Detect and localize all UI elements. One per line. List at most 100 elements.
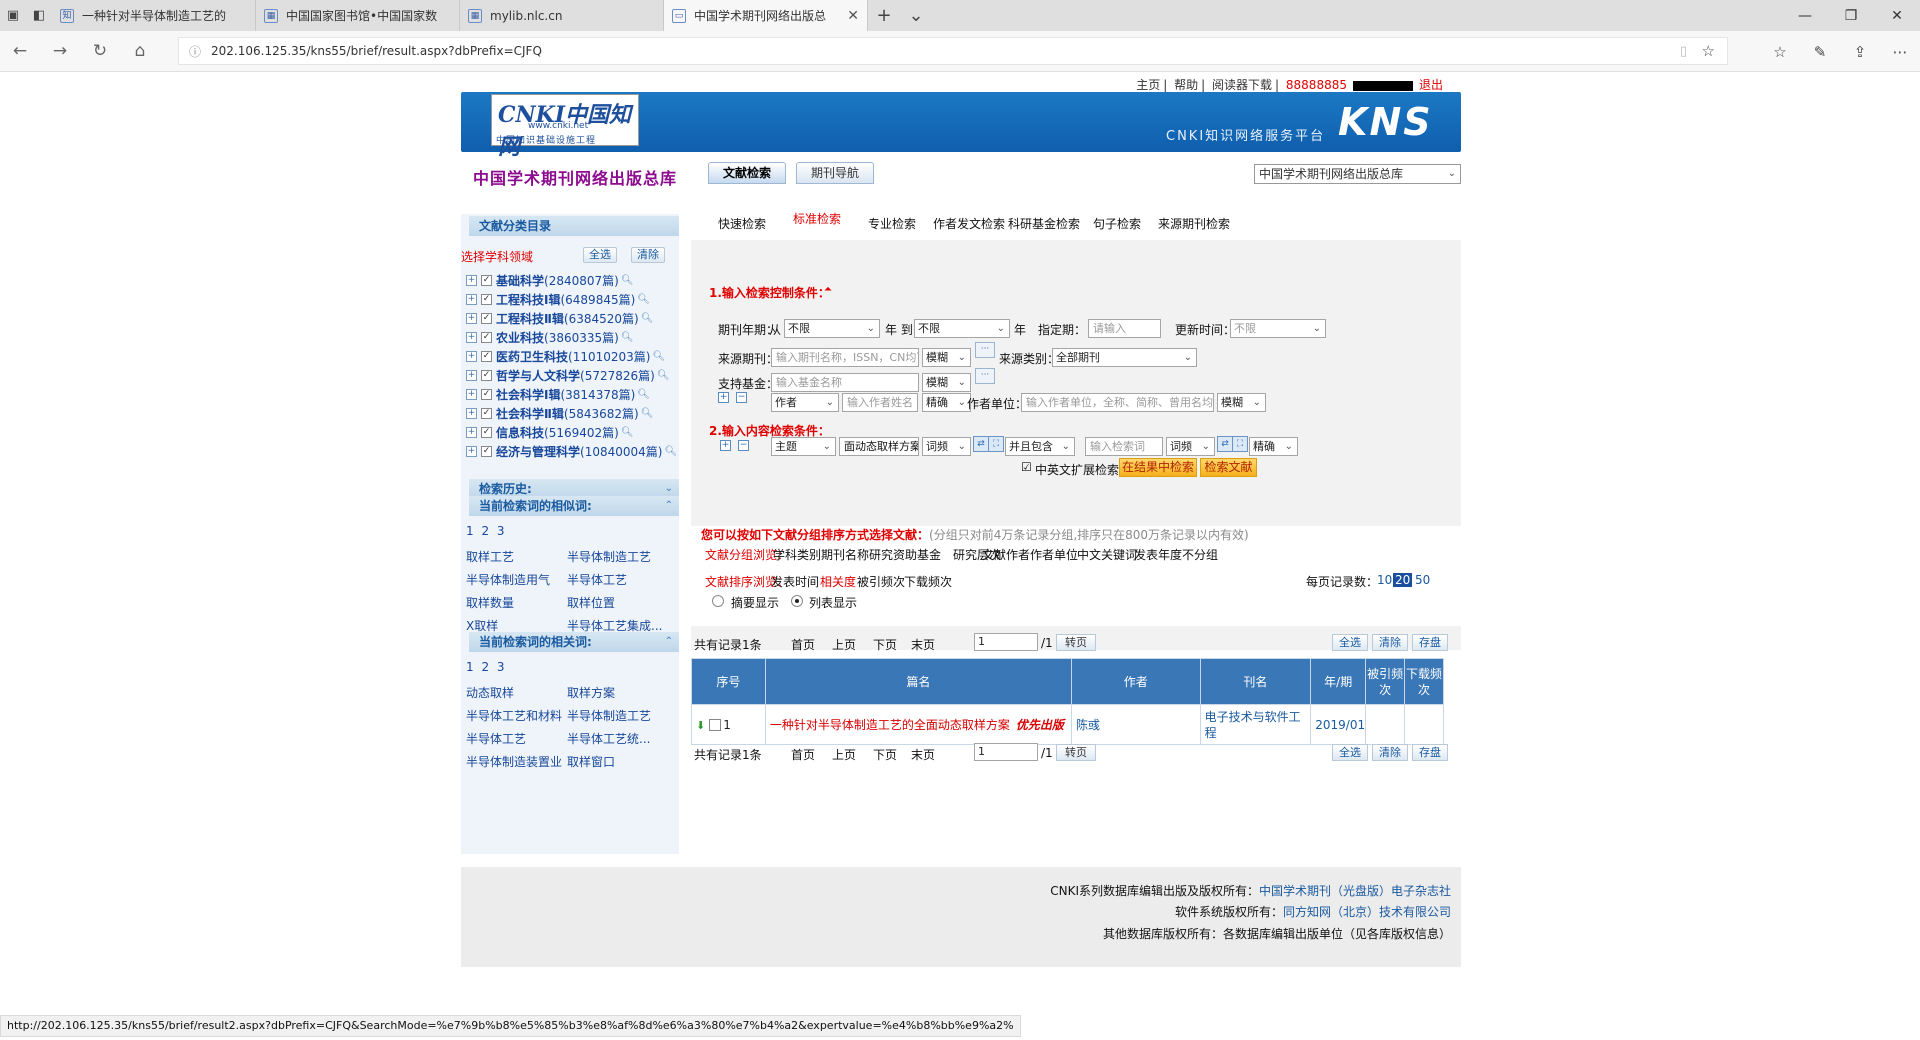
back-icon[interactable]: ←	[0, 31, 40, 72]
expand-icon[interactable]: +	[466, 427, 477, 438]
subject-checkbox[interactable]: ✓	[481, 389, 492, 400]
chevron-down-icon[interactable]: ⌄	[900, 0, 932, 31]
word-link[interactable]: 取样工艺	[466, 548, 514, 565]
close-window-icon[interactable]: ✕	[1874, 0, 1920, 31]
expand-icon[interactable]: +	[466, 275, 477, 286]
footer-publisher-link[interactable]: 中国学术期刊（光盘版）电子杂志社	[1259, 884, 1451, 898]
collapse-up-icon[interactable]: ⏶	[824, 284, 832, 295]
sort-option[interactable]: 发表时间	[771, 573, 819, 590]
browser-tab-3[interactable]: ▦ mylib.nlc.cn	[460, 0, 664, 31]
home-link[interactable]: 主页	[1136, 78, 1160, 92]
col-cited[interactable]: 被引频次	[1365, 658, 1406, 705]
tab-expert-search[interactable]: 专业检索	[868, 215, 916, 232]
subject-name[interactable]: 基础科学	[496, 272, 544, 289]
pen-icon[interactable]: ✎	[1800, 31, 1840, 72]
subject-name[interactable]: 经济与管理科学	[496, 443, 580, 460]
subject-name[interactable]: 社会科学Ⅱ辑	[496, 405, 564, 422]
page-number-input[interactable]: 1	[974, 633, 1038, 651]
magnifier-icon[interactable]: 🔍︎	[621, 275, 634, 286]
remove-row-icon[interactable]: −	[736, 392, 747, 403]
subject-checkbox[interactable]: ✓	[481, 408, 492, 419]
subject-name[interactable]: 社会科学Ⅰ辑	[496, 386, 560, 403]
source-match-select[interactable]: 模糊 ⌄	[922, 348, 971, 367]
tab-preview-icon[interactable]: ◧	[26, 0, 52, 31]
subject-name[interactable]: 信息科技	[496, 424, 544, 441]
new-tab-icon[interactable]: +	[868, 0, 900, 31]
row-year[interactable]: 2019/01	[1310, 704, 1367, 745]
group-option[interactable]: 研究资助基金	[869, 546, 941, 563]
expand-icon[interactable]: +	[466, 313, 477, 324]
group-option[interactable]: 学科类别	[773, 546, 821, 563]
subject-name[interactable]: 工程科技Ⅰ辑	[496, 291, 560, 308]
author-name-input[interactable]: 输入作者姓名	[842, 393, 918, 412]
specified-issue-input[interactable]: 请输入	[1088, 319, 1161, 338]
prev-page-link[interactable]: 上页	[832, 636, 856, 653]
sort-option[interactable]: 被引频次	[857, 573, 905, 590]
related-words-pager[interactable]: 1 2 3	[466, 660, 507, 674]
select-all-button[interactable]: 全选	[1332, 744, 1368, 761]
clear-button[interactable]: 清除	[1372, 634, 1408, 651]
word-link[interactable]: 半导体工艺统...	[567, 730, 650, 747]
next-page-link[interactable]: 下页	[873, 746, 897, 763]
subject-checkbox[interactable]: ✓	[481, 446, 492, 457]
per-page-10[interactable]: 10	[1377, 573, 1392, 587]
fund-input[interactable]: 输入基金名称	[771, 373, 919, 392]
magnifier-icon[interactable]: 🔍︎	[621, 427, 634, 438]
keyword-input-2[interactable]: 输入检索词	[1085, 437, 1163, 456]
favorite-star-icon[interactable]: ☆	[1702, 42, 1715, 60]
year-from-select[interactable]: 不限 ⌄	[784, 319, 880, 338]
tab-author-search[interactable]: 作者发文检索	[933, 215, 1005, 232]
word-link[interactable]: 动态取样	[466, 684, 514, 701]
url-input[interactable]: ⓘ 202.106.125.35/kns55/brief/result.aspx…	[178, 37, 1728, 65]
word-link[interactable]: 半导体工艺和材料	[466, 707, 562, 724]
home-icon[interactable]: ⌂	[120, 31, 160, 72]
sort-option[interactable]: 相关度	[820, 573, 856, 590]
first-page-link[interactable]: 首页	[791, 636, 815, 653]
subject-checkbox[interactable]: ✓	[481, 275, 492, 286]
fund-picker-button[interactable]: ···	[975, 368, 995, 384]
refresh-icon[interactable]: ↻	[80, 31, 120, 72]
related-words-icon[interactable]: ⛶	[988, 436, 1004, 452]
thesaurus-icon[interactable]: ⇄	[1217, 436, 1233, 452]
search-button[interactable]: 检索文献	[1200, 458, 1257, 477]
save-button[interactable]: 存盘	[1412, 634, 1448, 651]
col-downloads[interactable]: 下载频次	[1404, 658, 1444, 705]
expand-icon[interactable]: +	[466, 370, 477, 381]
browser-tab-1[interactable]: 知 一种针对半导体制造工艺的	[52, 0, 256, 31]
source-journal-input[interactable]: 输入期刊名称，ISSN，CN均可	[771, 348, 919, 367]
word-link[interactable]: 半导体工艺	[466, 730, 526, 747]
help-link[interactable]: 帮助	[1174, 78, 1198, 92]
last-page-link[interactable]: 末页	[911, 636, 935, 653]
expand-icon[interactable]: +	[466, 389, 477, 400]
magnifier-icon[interactable]: 🔍︎	[637, 389, 650, 400]
select-all-button[interactable]: 全选	[1332, 634, 1368, 651]
restore-icon[interactable]: ❐	[1828, 0, 1874, 31]
author-field-select[interactable]: 作者 ⌄	[771, 393, 839, 412]
database-select[interactable]: 中国学术期刊网络出版总库 ⌄	[1254, 164, 1461, 184]
tab-standard-search[interactable]: 标准检索	[793, 210, 841, 227]
per-page-50[interactable]: 50	[1415, 573, 1430, 587]
minimize-icon[interactable]: —	[1782, 0, 1828, 31]
word-link[interactable]: 半导体制造装置业	[466, 753, 562, 770]
subject-item[interactable]: + ✓ 经济与管理科学 (10840004篇) 🔍︎	[466, 440, 679, 463]
word-link[interactable]: 半导体工艺	[567, 571, 627, 588]
match-select-2[interactable]: 精确 ⌄	[1249, 437, 1298, 456]
tab-literature-search[interactable]: 文献检索	[708, 162, 786, 184]
add-row-icon[interactable]: +	[718, 392, 729, 403]
subject-checkbox[interactable]: ✓	[481, 427, 492, 438]
word-link[interactable]: 取样窗口	[567, 753, 615, 770]
subject-checkbox[interactable]: ✓	[481, 313, 492, 324]
remove-row-icon[interactable]: −	[738, 440, 749, 451]
source-picker-button[interactable]: ···	[975, 342, 995, 358]
subject-checkbox[interactable]: ✓	[481, 370, 492, 381]
expand-icon[interactable]: +	[466, 351, 477, 362]
clear-button[interactable]: 清除	[1372, 744, 1408, 761]
author-unit-match-select[interactable]: 模糊 ⌄	[1217, 393, 1266, 412]
fund-match-select[interactable]: 模糊 ⌄	[922, 373, 971, 392]
reading-view-icon[interactable]: ▯	[1680, 44, 1687, 59]
similar-words-header[interactable]: 当前检索词的相似词: ⌃	[469, 496, 679, 516]
word-link[interactable]: 半导体制造用气	[466, 571, 550, 588]
col-title[interactable]: 篇名	[764, 658, 1072, 705]
word-link[interactable]: 取样位置	[567, 594, 615, 611]
group-option[interactable]: 作者单位	[1030, 546, 1078, 563]
